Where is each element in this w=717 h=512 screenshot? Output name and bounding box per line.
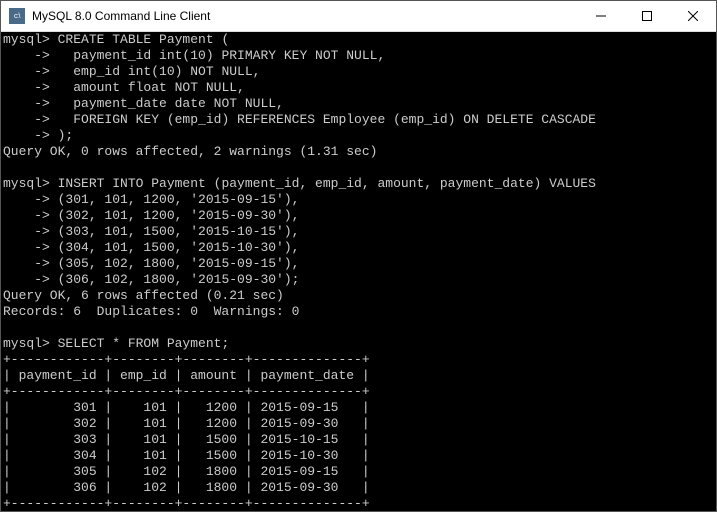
table-row: | 306 | 102 | 1800 | 2015-09-30 | <box>3 480 370 495</box>
sql-insert-line: INSERT INTO Payment (payment_id, emp_id,… <box>50 176 596 191</box>
cont-prompt: -> <box>3 96 50 111</box>
minimize-button[interactable] <box>578 1 624 31</box>
window-title: MySQL 8.0 Command Line Client <box>32 9 578 23</box>
prompt: mysql> <box>3 32 50 47</box>
window-controls <box>578 1 716 31</box>
table-row: | 303 | 101 | 1500 | 2015-10-15 | <box>3 432 370 447</box>
cont-prompt: -> <box>3 224 50 239</box>
query-result: Records: 6 Duplicates: 0 Warnings: 0 <box>3 304 299 319</box>
prompt: mysql> <box>3 176 50 191</box>
maximize-button[interactable] <box>624 1 670 31</box>
table-border: +------------+--------+--------+--------… <box>3 496 370 511</box>
app-icon: c:\ <box>9 8 25 24</box>
table-row: | 304 | 101 | 1500 | 2015-10-30 | <box>3 448 370 463</box>
cont-prompt: -> <box>3 112 50 127</box>
query-result: Query OK, 6 rows affected (0.21 sec) <box>3 288 284 303</box>
cont-prompt: -> <box>3 256 50 271</box>
table-row: | 302 | 101 | 1200 | 2015-09-30 | <box>3 416 370 431</box>
table-border: +------------+--------+--------+--------… <box>3 384 370 399</box>
title-bar[interactable]: c:\ MySQL 8.0 Command Line Client <box>1 1 716 32</box>
cont-prompt: -> <box>3 64 50 79</box>
sql-col-def: payment_date date NOT NULL, <box>50 96 284 111</box>
sql-close: ); <box>50 128 73 143</box>
close-button[interactable] <box>670 1 716 31</box>
cont-prompt: -> <box>3 80 50 95</box>
sql-fk-def: FOREIGN KEY (emp_id) REFERENCES Employee… <box>50 112 596 127</box>
cont-prompt: -> <box>3 128 50 143</box>
cont-prompt: -> <box>3 240 50 255</box>
sql-create-line: CREATE TABLE Payment ( <box>50 32 229 47</box>
sql-col-def: emp_id int(10) NOT NULL, <box>50 64 261 79</box>
table-border: +------------+--------+--------+--------… <box>3 352 370 367</box>
cont-prompt: -> <box>3 208 50 223</box>
cont-prompt: -> <box>3 48 50 63</box>
cont-prompt: -> <box>3 192 50 207</box>
sql-insert-row: (303, 101, 1500, '2015-10-15'), <box>50 224 300 239</box>
sql-col-def: amount float NOT NULL, <box>50 80 245 95</box>
window-frame: c:\ MySQL 8.0 Command Line Client mysql>… <box>0 0 717 512</box>
table-row: | 301 | 101 | 1200 | 2015-09-15 | <box>3 400 370 415</box>
terminal-output[interactable]: mysql> CREATE TABLE Payment ( -> payment… <box>1 32 716 511</box>
sql-insert-row: (301, 101, 1200, '2015-09-15'), <box>50 192 300 207</box>
sql-select: SELECT * FROM Payment; <box>50 336 229 351</box>
app-icon-label: c:\ <box>14 13 20 20</box>
sql-col-def: payment_id int(10) PRIMARY KEY NOT NULL, <box>50 48 385 63</box>
sql-insert-row: (302, 101, 1200, '2015-09-30'), <box>50 208 300 223</box>
table-header: | payment_id | emp_id | amount | payment… <box>3 368 370 383</box>
table-row: | 305 | 102 | 1800 | 2015-09-15 | <box>3 464 370 479</box>
sql-insert-row: (304, 101, 1500, '2015-10-30'), <box>50 240 300 255</box>
query-result: Query OK, 0 rows affected, 2 warnings (1… <box>3 144 377 159</box>
cont-prompt: -> <box>3 272 50 287</box>
sql-insert-row: (305, 102, 1800, '2015-09-15'), <box>50 256 300 271</box>
prompt: mysql> <box>3 336 50 351</box>
sql-insert-row: (306, 102, 1800, '2015-09-30'); <box>50 272 300 287</box>
